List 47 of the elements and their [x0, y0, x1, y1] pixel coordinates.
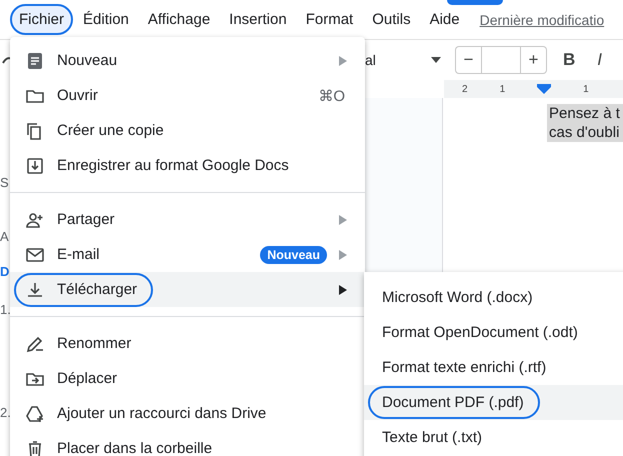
- ruler-number: 1: [583, 84, 589, 94]
- outline-item[interactable]: A: [0, 229, 10, 247]
- menu-item[interactable]: Enregistrer au format Google Docs: [10, 148, 365, 183]
- menu-bar-item[interactable]: Insertion: [220, 4, 296, 35]
- increase-size-button[interactable]: +: [521, 46, 547, 74]
- menu-item[interactable]: Placer dans la corbeille: [10, 431, 365, 456]
- outline-item[interactable]: S: [0, 175, 10, 193]
- doc-icon: [25, 50, 45, 70]
- menu-bar-item[interactable]: Édition: [74, 4, 138, 35]
- menu-bar-item[interactable]: Affichage: [138, 4, 220, 35]
- menu-item[interactable]: Ouvrir ⌘O: [10, 78, 365, 113]
- menu-item[interactable]: Format OpenDocument (.odt): [364, 315, 623, 350]
- menu-bar-item[interactable]: Fichier: [10, 4, 74, 35]
- import-icon: [25, 156, 45, 176]
- menu-item[interactable]: Déplacer: [10, 361, 365, 396]
- shortcut-text: ⌘O: [318, 86, 345, 104]
- menu-item[interactable]: Microsoft Word (.docx): [364, 280, 623, 315]
- indent-marker-icon[interactable]: [537, 84, 552, 94]
- drive-add-icon: [25, 404, 45, 424]
- new-badge: Nouveau: [260, 246, 327, 264]
- bold-button[interactable]: B: [559, 50, 580, 70]
- menu-item[interactable]: Renommer: [10, 326, 365, 361]
- menu-bar-item[interactable]: Outils: [363, 4, 420, 35]
- ruler-number: 1: [500, 84, 506, 94]
- menu-item[interactable]: Télécharger: [10, 272, 365, 307]
- menu-item[interactable]: Nouveau: [10, 43, 365, 78]
- menu-item[interactable]: Ajouter un raccourci dans Drive: [10, 396, 365, 431]
- font-size-field[interactable]: [481, 46, 521, 74]
- last-modified-link[interactable]: Dernière modificatio: [480, 12, 604, 28]
- menu-item[interactable]: Document PDF (.pdf): [364, 385, 623, 420]
- share-button[interactable]: [447, 0, 503, 5]
- italic-button[interactable]: I: [593, 50, 606, 70]
- caret-icon[interactable]: [431, 57, 441, 63]
- outline-item[interactable]: 2.: [0, 405, 10, 423]
- document-text: cas d'oubli: [547, 123, 623, 142]
- outline-item[interactable]: D: [0, 264, 10, 282]
- menu-bar-item[interactable]: Format: [296, 4, 362, 35]
- outline-item[interactable]: 1.: [0, 302, 10, 320]
- font-selector[interactable]: al: [365, 52, 431, 68]
- menu-item[interactable]: E-mail Nouveau: [10, 237, 365, 272]
- ruler-number: 2: [462, 84, 468, 94]
- document-text: Pensez à t: [547, 104, 623, 123]
- menu-item[interactable]: Texte brut (.txt): [364, 420, 623, 455]
- menu-item[interactable]: Format texte enrichi (.rtf): [364, 350, 623, 385]
- menu-item[interactable]: Partager: [10, 202, 365, 237]
- menu-bar-item[interactable]: Aide: [420, 4, 469, 35]
- menu-item[interactable]: Créer une copie: [10, 113, 365, 148]
